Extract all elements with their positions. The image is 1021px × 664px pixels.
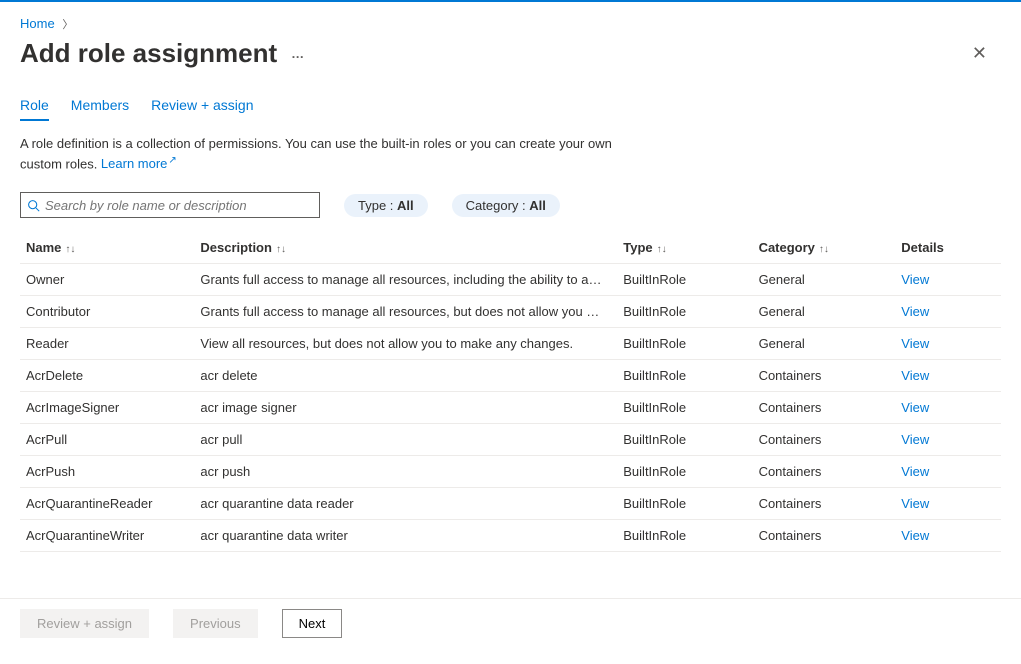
footer-bar: Review + assign Previous Next <box>0 598 1021 648</box>
role-type: BuiltInRole <box>617 264 752 296</box>
table-row[interactable]: ReaderView all resources, but does not a… <box>20 328 1001 360</box>
role-category: Containers <box>753 360 896 392</box>
horizontal-scrollbar[interactable] <box>0 648 1021 664</box>
sort-icon: ↑↓ <box>276 244 286 255</box>
learn-more-link[interactable]: Learn more↗ <box>101 156 177 171</box>
role-type: BuiltInRole <box>617 488 752 520</box>
role-name: AcrPull <box>20 424 194 456</box>
role-description: acr push <box>194 456 617 488</box>
breadcrumb: Home 〉 <box>0 2 1021 38</box>
role-category: Containers <box>753 424 896 456</box>
table-row[interactable]: AcrDeleteacr deleteBuiltInRoleContainers… <box>20 360 1001 392</box>
col-name[interactable]: Name↑↓ <box>20 232 194 264</box>
role-type: BuiltInRole <box>617 328 752 360</box>
view-link[interactable]: View <box>901 432 929 447</box>
table-row[interactable]: AcrImageSigneracr image signerBuiltInRol… <box>20 392 1001 424</box>
roles-table: Name↑↓ Description↑↓ Type↑↓ Category↑↓ D… <box>20 232 1001 552</box>
role-description: acr pull <box>194 424 617 456</box>
table-row[interactable]: AcrPushacr pushBuiltInRoleContainers View <box>20 456 1001 488</box>
view-link[interactable]: View <box>901 464 929 479</box>
role-name: AcrDelete <box>20 360 194 392</box>
info-text: A role definition is a collection of per… <box>20 135 630 174</box>
role-category: Containers <box>753 456 896 488</box>
role-name: AcrQuarantineWriter <box>20 520 194 552</box>
sort-icon: ↑↓ <box>819 244 829 255</box>
role-category: Containers <box>753 488 896 520</box>
role-name: AcrPush <box>20 456 194 488</box>
role-name: Contributor <box>20 296 194 328</box>
role-description: acr image signer <box>194 392 617 424</box>
external-link-icon: ↗ <box>168 155 176 166</box>
view-link[interactable]: View <box>901 528 929 543</box>
role-category: Containers <box>753 520 896 552</box>
col-category[interactable]: Category↑↓ <box>753 232 896 264</box>
chevron-right-icon: 〉 <box>62 19 73 31</box>
table-row[interactable]: AcrPullacr pullBuiltInRoleContainers View <box>20 424 1001 456</box>
view-link[interactable]: View <box>901 304 929 319</box>
view-link[interactable]: View <box>901 400 929 415</box>
search-icon <box>27 199 40 212</box>
role-description: acr delete <box>194 360 617 392</box>
search-input-wrap[interactable] <box>20 192 320 218</box>
role-type: BuiltInRole <box>617 520 752 552</box>
role-category: Containers <box>753 392 896 424</box>
breadcrumb-home[interactable]: Home <box>20 16 55 31</box>
filter-type[interactable]: Type : All <box>344 194 428 217</box>
role-type: BuiltInRole <box>617 296 752 328</box>
role-description: acr quarantine data writer <box>194 520 617 552</box>
table-row[interactable]: OwnerGrants full access to manage all re… <box>20 264 1001 296</box>
role-type: BuiltInRole <box>617 456 752 488</box>
role-type: BuiltInRole <box>617 424 752 456</box>
role-category: General <box>753 264 896 296</box>
role-type: BuiltInRole <box>617 360 752 392</box>
role-name: AcrQuarantineReader <box>20 488 194 520</box>
role-type: BuiltInRole <box>617 392 752 424</box>
tab-role[interactable]: Role <box>20 97 49 121</box>
table-row[interactable]: AcrQuarantineReaderacr quarantine data r… <box>20 488 1001 520</box>
col-details: Details <box>895 232 1001 264</box>
role-description: Grants full access to manage all resourc… <box>194 264 617 296</box>
previous-button: Previous <box>173 609 258 638</box>
role-description: acr quarantine data reader <box>194 488 617 520</box>
next-button[interactable]: Next <box>282 609 343 638</box>
role-description: View all resources, but does not allow y… <box>194 328 617 360</box>
main-scroll[interactable]: Role Members Review + assign A role defi… <box>0 77 1021 598</box>
role-name: AcrImageSigner <box>20 392 194 424</box>
role-category: General <box>753 328 896 360</box>
sort-icon: ↑↓ <box>65 244 75 255</box>
col-description[interactable]: Description↑↓ <box>194 232 617 264</box>
role-name: Owner <box>20 264 194 296</box>
view-link[interactable]: View <box>901 496 929 511</box>
sort-icon: ↑↓ <box>657 244 667 255</box>
header: Add role assignment … ✕ <box>0 38 1021 77</box>
search-input[interactable] <box>45 198 313 213</box>
close-icon[interactable]: ✕ <box>964 39 995 68</box>
review-assign-button: Review + assign <box>20 609 149 638</box>
table-row[interactable]: ContributorGrants full access to manage … <box>20 296 1001 328</box>
table-row[interactable]: AcrQuarantineWriteracr quarantine data w… <box>20 520 1001 552</box>
view-link[interactable]: View <box>901 368 929 383</box>
view-link[interactable]: View <box>901 336 929 351</box>
more-icon[interactable]: … <box>291 46 306 61</box>
page-title: Add role assignment <box>20 38 277 69</box>
tab-review-assign[interactable]: Review + assign <box>151 97 253 121</box>
role-name: Reader <box>20 328 194 360</box>
tabs: Role Members Review + assign <box>20 97 1001 121</box>
view-link[interactable]: View <box>901 272 929 287</box>
role-description: Grants full access to manage all resourc… <box>194 296 617 328</box>
tab-members[interactable]: Members <box>71 97 129 121</box>
col-type[interactable]: Type↑↓ <box>617 232 752 264</box>
filter-row: Type : All Category : All <box>20 192 1001 218</box>
filter-category[interactable]: Category : All <box>452 194 560 217</box>
role-category: General <box>753 296 896 328</box>
